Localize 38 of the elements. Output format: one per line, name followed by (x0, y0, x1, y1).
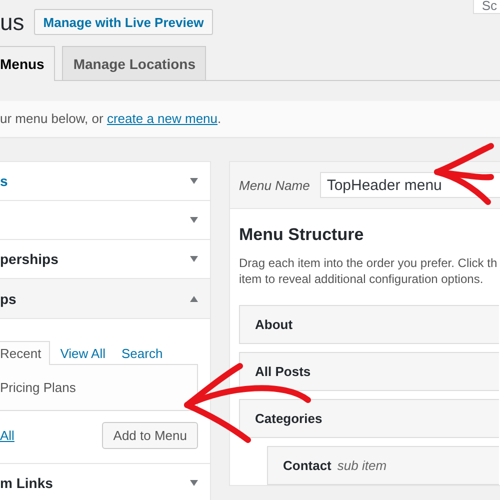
create-menu-link[interactable]: create a new menu (106, 111, 218, 126)
triangle-icon[interactable] (190, 217, 198, 223)
menu-item-title: About (255, 317, 293, 332)
notice-text: ur menu below, or create a new menu. (0, 110, 222, 128)
section-heading: Menu Structure (239, 225, 365, 245)
accordion-section[interactable]: ps (0, 279, 210, 319)
triangle-icon[interactable] (190, 480, 198, 486)
menu-item-title: Contact (283, 458, 332, 473)
description-line: Drag each item into the order you prefer. Click th (239, 255, 498, 271)
section-title: s (0, 173, 8, 189)
live-preview-button[interactable]: Manage with Live Preview (34, 9, 213, 35)
nav-tab[interactable]: Menus (0, 46, 56, 81)
menu-item[interactable]: Categories (239, 399, 499, 438)
sub-item-label: sub item (337, 458, 387, 473)
triangle-icon[interactable] (190, 256, 198, 262)
page-title: us (0, 8, 24, 36)
accordion-section[interactable]: s (0, 162, 210, 201)
section-title: ps (0, 290, 16, 306)
list-item[interactable]: Pricing Plans (0, 380, 76, 395)
nav-tab[interactable]: Manage Locations (62, 46, 206, 80)
description-line: item to reveal additional configuration options. (239, 271, 484, 287)
menu-item-title: All Posts (255, 364, 311, 379)
menu-item[interactable]: Contact sub item (267, 446, 499, 485)
panel-tab[interactable]: Recent (0, 341, 50, 365)
menu-item[interactable]: About (239, 305, 499, 344)
accordion-section[interactable]: m Links (0, 464, 210, 500)
panel-tab[interactable]: Search (114, 342, 171, 364)
menu-item-title: Categories (255, 411, 322, 426)
triangle-icon[interactable] (190, 178, 198, 184)
screen-options-button[interactable]: Sc (472, 0, 500, 14)
add-to-menu-button[interactable]: Add to Menu (102, 422, 198, 449)
section-title: m Links (0, 475, 53, 491)
panel-tab[interactable]: View All (52, 342, 114, 364)
select-all-link[interactable]: All (0, 428, 14, 443)
menu-name-label: Menu Name (239, 178, 310, 192)
menu-item[interactable]: All Posts (239, 352, 499, 391)
section-title: perships (0, 251, 58, 267)
triangle-icon[interactable] (190, 296, 198, 302)
